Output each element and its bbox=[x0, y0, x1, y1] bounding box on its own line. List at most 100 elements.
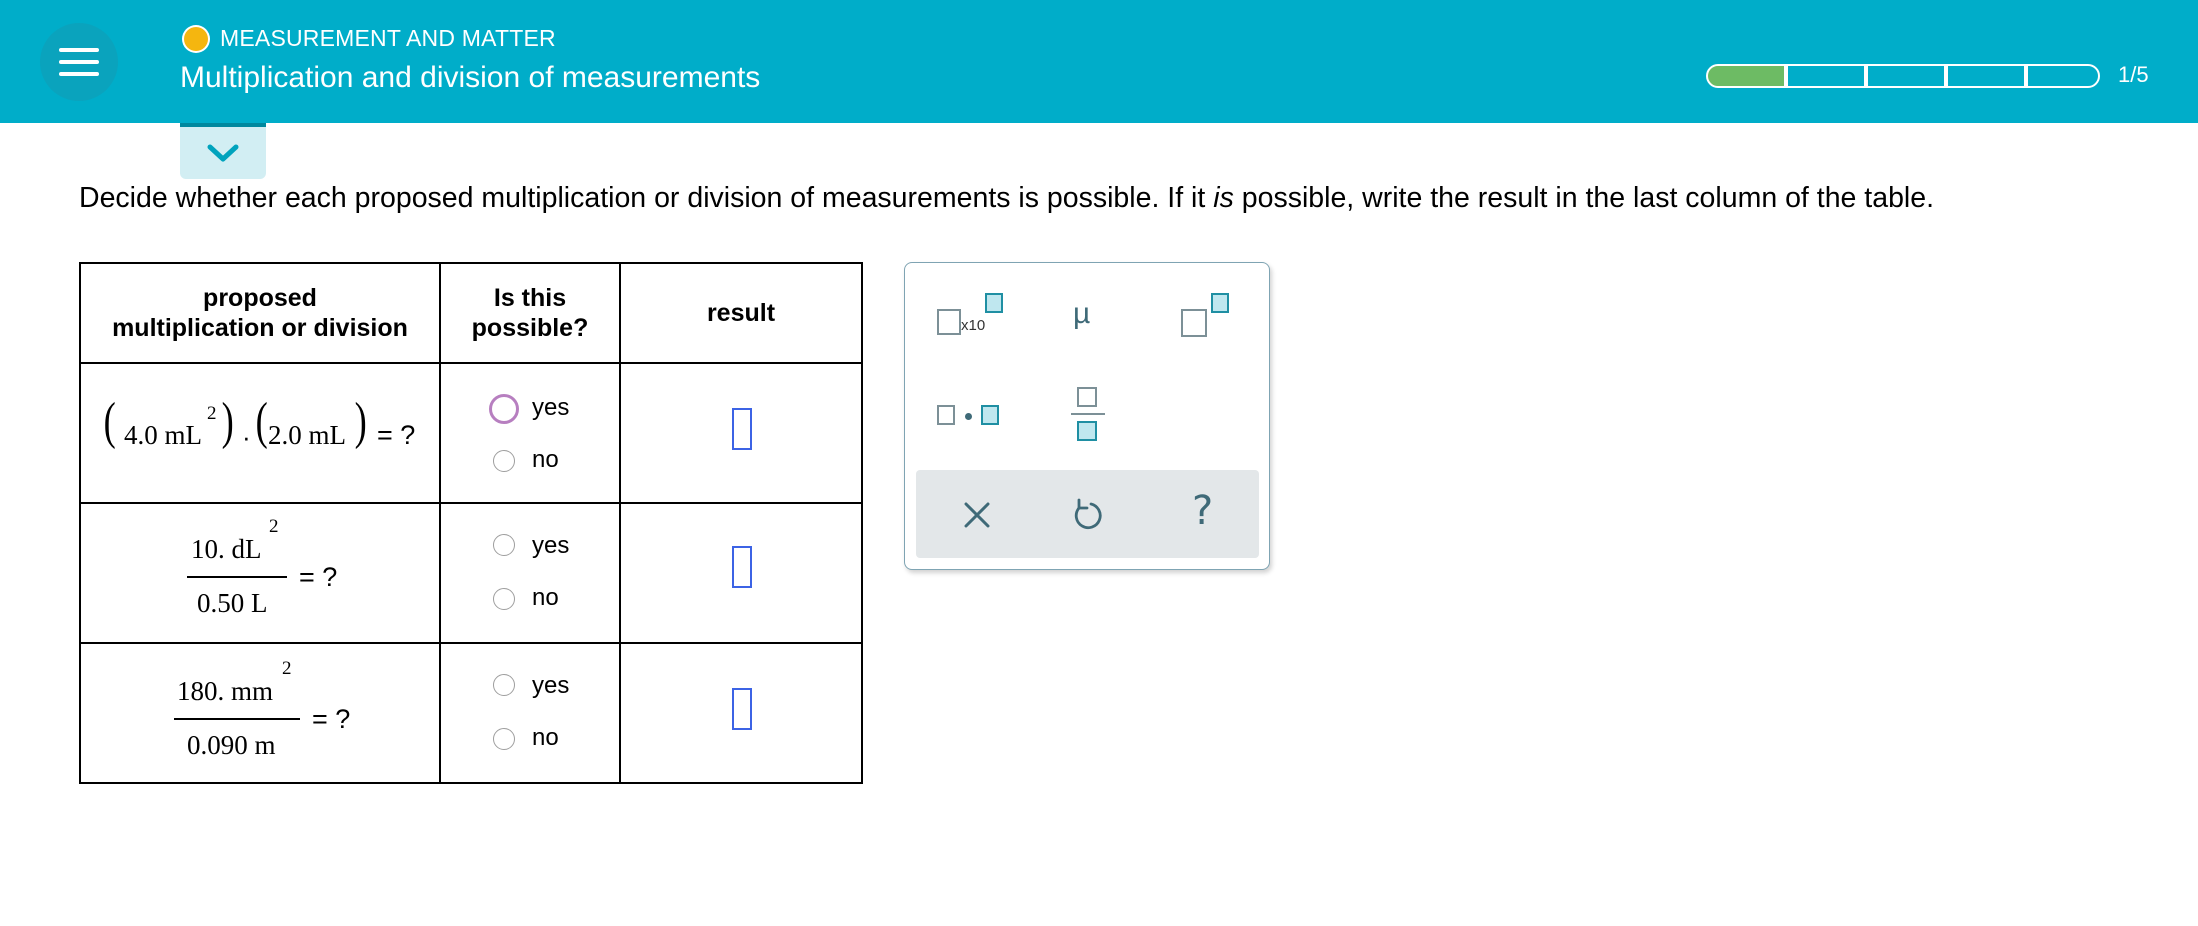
undo-icon bbox=[1074, 498, 1102, 530]
prompt-text: Decide whether each proposed multiplicat… bbox=[79, 182, 1214, 214]
clear-button[interactable] bbox=[952, 490, 1002, 538]
help-icon: ? bbox=[1192, 488, 1214, 534]
exponent-box-icon bbox=[1211, 293, 1229, 313]
table-row: 10. dL 2 0.50 L = ? yes no bbox=[79, 502, 863, 644]
radio-yes-label: yes bbox=[532, 532, 570, 559]
micro-prefix-button[interactable]: µ bbox=[1065, 297, 1105, 337]
radio-no[interactable] bbox=[493, 728, 515, 750]
factor-1: 4.0 mL bbox=[124, 420, 202, 450]
menu-button[interactable] bbox=[40, 23, 118, 101]
exponent-box-icon bbox=[985, 293, 1003, 313]
result-input[interactable] bbox=[732, 688, 752, 730]
prompt-emphasis: is bbox=[1213, 182, 1234, 214]
expression-cell: ( 4.0 mL 2 ) · ( 2.0 mL ) = ? bbox=[79, 362, 441, 504]
radio-no-label: no bbox=[532, 446, 559, 473]
factor-2: 2.0 mL bbox=[268, 420, 346, 450]
header-possible-line1: Is this bbox=[493, 284, 567, 312]
dot-icon bbox=[965, 413, 972, 420]
x10-label: x10 bbox=[961, 317, 986, 334]
chevron-down-icon bbox=[207, 144, 239, 162]
table-row: ( 4.0 mL 2 ) · ( 2.0 mL ) = ? yes no bbox=[79, 362, 863, 504]
help-button[interactable]: ? bbox=[1184, 488, 1224, 538]
denominator-box-icon bbox=[1077, 421, 1097, 441]
header-bar: MEASUREMENT AND MATTER Multiplication an… bbox=[0, 0, 2198, 123]
left-paren: ( bbox=[255, 393, 268, 450]
question-prompt: Decide whether each proposed multiplicat… bbox=[79, 182, 1934, 215]
expression-cell: 180. mm 2 0.090 m = ? bbox=[79, 642, 441, 784]
header-possible: Is this possible? bbox=[439, 262, 621, 364]
right-paren: ) bbox=[221, 393, 234, 450]
placeholder-box-icon bbox=[937, 309, 961, 335]
progress-segment bbox=[1786, 64, 1866, 88]
exponent: 2 bbox=[207, 403, 217, 424]
denominator: 0.090 m bbox=[187, 730, 276, 760]
equals-question: = ? bbox=[299, 562, 338, 592]
radio-yes-label: yes bbox=[532, 394, 570, 421]
fraction-bar bbox=[187, 576, 287, 578]
progress-segment bbox=[2026, 64, 2100, 88]
scientific-notation-button[interactable]: x10 bbox=[931, 293, 1003, 343]
progress-segment bbox=[1946, 64, 2026, 88]
progress-count: 1/5 bbox=[2118, 62, 2149, 87]
factor-box-icon bbox=[937, 405, 955, 425]
progress-bar bbox=[1706, 64, 2106, 88]
radio-yes[interactable] bbox=[489, 394, 519, 424]
collapse-header-button[interactable] bbox=[180, 123, 266, 179]
possible-cell: yes no bbox=[439, 502, 621, 644]
radio-no[interactable] bbox=[493, 588, 515, 610]
undo-button[interactable] bbox=[1062, 490, 1112, 538]
table-header-row: proposed multiplication or division Is t… bbox=[79, 262, 863, 364]
left-paren: ( bbox=[103, 393, 116, 450]
measurement-table: proposed multiplication or division Is t… bbox=[79, 262, 863, 784]
fraction-button[interactable] bbox=[1071, 387, 1107, 443]
header-result: result bbox=[619, 262, 863, 364]
radio-yes[interactable] bbox=[493, 534, 515, 556]
superscript-button[interactable] bbox=[1181, 293, 1233, 343]
keypad-action-tray: ? bbox=[916, 470, 1259, 558]
progress-segment bbox=[1866, 64, 1946, 88]
equals-question: = ? bbox=[312, 704, 351, 734]
multiply-dot-button[interactable] bbox=[937, 401, 1007, 431]
numerator: 10. dL bbox=[191, 534, 262, 564]
result-input[interactable] bbox=[732, 546, 752, 588]
header-proposed: proposed multiplication or division bbox=[79, 262, 441, 364]
mu-label: µ bbox=[1073, 297, 1091, 330]
exponent: 2 bbox=[282, 658, 292, 679]
table-row: 180. mm 2 0.090 m = ? yes no bbox=[79, 642, 863, 784]
equals-question: = ? bbox=[377, 420, 416, 450]
close-icon bbox=[964, 502, 990, 528]
result-cell bbox=[619, 642, 863, 784]
possible-cell: yes no bbox=[439, 362, 621, 504]
menu-icon-bar bbox=[59, 72, 99, 76]
header-proposed-line2: multiplication or division bbox=[112, 314, 408, 342]
page-title: Multiplication and division of measureme… bbox=[180, 61, 761, 94]
math-keypad: x10 µ ? bbox=[904, 262, 1270, 570]
numerator-box-icon bbox=[1077, 387, 1097, 407]
header-proposed-line1: proposed bbox=[203, 284, 317, 312]
header-possible-line2: possible? bbox=[471, 314, 589, 342]
fraction-line-icon bbox=[1071, 413, 1105, 415]
numerator: 180. mm bbox=[177, 676, 274, 706]
result-cell bbox=[619, 362, 863, 504]
result-cell bbox=[619, 502, 863, 644]
denominator: 0.50 L bbox=[197, 588, 268, 618]
progress-segment-done bbox=[1706, 64, 1786, 88]
factor-box-icon bbox=[981, 405, 999, 425]
radio-yes[interactable] bbox=[493, 674, 515, 696]
radio-no-label: no bbox=[532, 724, 559, 751]
radio-yes-label: yes bbox=[532, 672, 570, 699]
possible-cell: yes no bbox=[439, 642, 621, 784]
radio-no-label: no bbox=[532, 584, 559, 611]
fraction-bar bbox=[174, 718, 300, 720]
prompt-text-end: possible, write the result in the last c… bbox=[1233, 182, 1935, 214]
exponent: 2 bbox=[269, 516, 279, 537]
topic-label: MEASUREMENT AND MATTER bbox=[220, 25, 556, 51]
radio-no[interactable] bbox=[493, 450, 515, 472]
menu-icon-bar bbox=[59, 60, 99, 64]
menu-icon bbox=[59, 48, 99, 52]
multiply-dot: · bbox=[242, 422, 251, 452]
expression-cell: 10. dL 2 0.50 L = ? bbox=[79, 502, 441, 644]
topic-status-icon bbox=[184, 27, 208, 51]
right-paren: ) bbox=[354, 393, 367, 450]
result-input[interactable] bbox=[732, 408, 752, 450]
